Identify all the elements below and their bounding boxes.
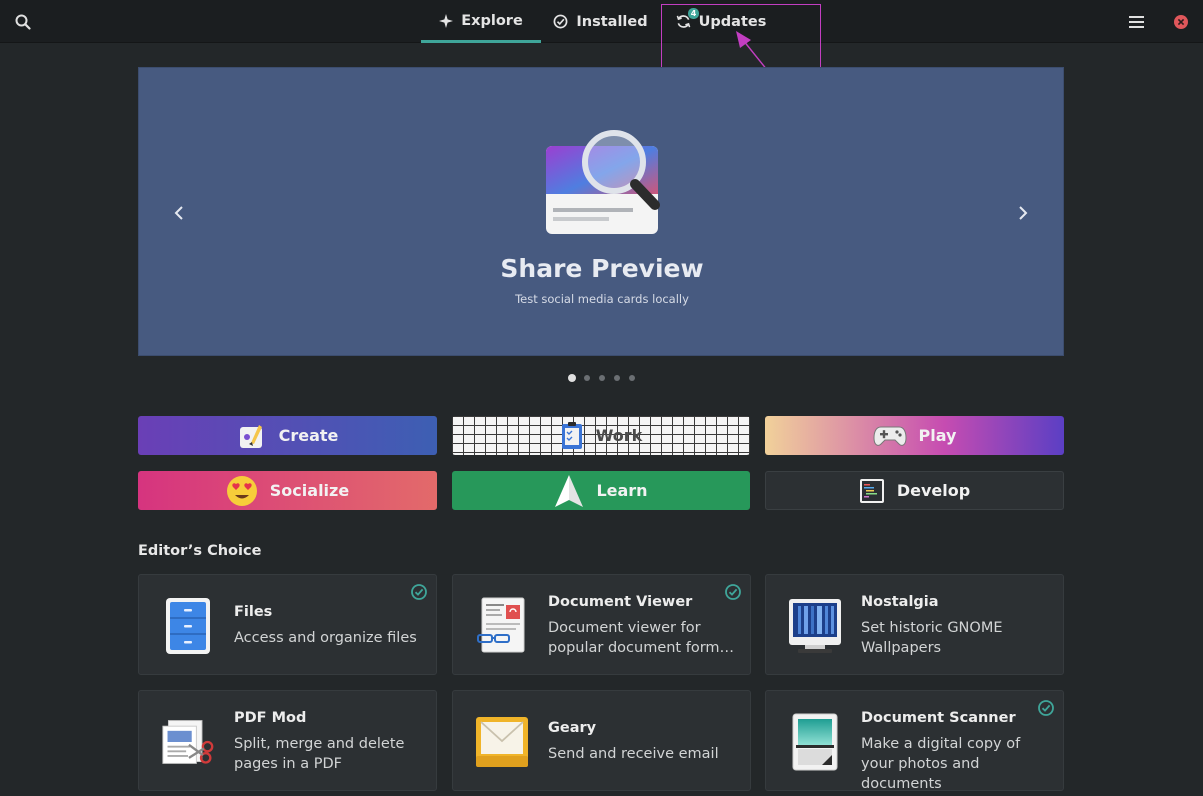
editors-choice-heading: Editor’s Choice (138, 543, 262, 559)
document-scanner-icon (788, 713, 842, 771)
carousel-dot[interactable] (614, 375, 620, 381)
carousel-next-button[interactable] (1003, 68, 1043, 357)
share-preview-app-icon (546, 130, 660, 234)
category-learn-button[interactable]: Learn (452, 471, 750, 510)
chevron-right-icon (1019, 205, 1028, 220)
close-icon (1174, 14, 1188, 29)
carousel-indicator (568, 374, 636, 382)
app-name: Geary (548, 720, 597, 736)
app-name: Document Scanner (861, 710, 1016, 726)
main-menu-button[interactable] (1121, 0, 1151, 43)
document-viewer-icon (475, 597, 529, 655)
app-description: Document viewer for popular document for… (548, 620, 735, 656)
carousel-previous-button[interactable] (159, 68, 199, 357)
category-learn-label: Learn (596, 481, 648, 500)
geary-icon (475, 713, 529, 771)
app-description: Access and organize files (234, 630, 417, 646)
app-description: Make a digital copy of your photos and d… (861, 736, 1021, 792)
heart-eyes-emoji-icon (226, 475, 258, 507)
app-description: Send and receive email (548, 746, 719, 762)
annotation-highlight-box (661, 4, 821, 69)
app-name: Document Viewer (548, 594, 693, 610)
app-tile-pdf-mod[interactable]: PDF Mod Split, merge and delete pages in… (138, 690, 437, 791)
carousel-dot[interactable] (584, 375, 590, 381)
search-icon (15, 14, 31, 30)
carousel-dot[interactable] (629, 375, 635, 381)
tab-explore-label: Explore (461, 13, 523, 29)
pdf-mod-icon (161, 713, 215, 771)
app-tile-geary[interactable]: Geary Send and receive email (452, 690, 751, 791)
explore-icon (439, 14, 454, 28)
app-tile-nostalgia[interactable]: Nostalgia Set historic GNOME Wallpapers (765, 574, 1064, 675)
app-description: Split, merge and delete pages in a PDF (234, 736, 405, 772)
category-socialize-label: Socialize (269, 481, 350, 500)
featured-app-subtitle: Test social media cards locally (515, 292, 689, 306)
chevron-left-icon (174, 205, 183, 220)
app-description: Set historic GNOME Wallpapers (861, 620, 1003, 656)
category-play-button[interactable]: Play (765, 416, 1064, 455)
nostalgia-icon (788, 597, 842, 655)
featured-carousel[interactable]: Share Preview Test social media cards lo… (138, 67, 1064, 356)
category-create-button[interactable]: Create (138, 416, 437, 455)
files-icon (161, 597, 215, 655)
tab-explore[interactable]: Explore (421, 0, 541, 43)
tab-installed-label: Installed (576, 13, 648, 30)
palette-icon (237, 421, 267, 451)
hamburger-menu-icon (1128, 15, 1144, 28)
installed-check-icon (725, 584, 741, 600)
featured-app-title: Share Preview (500, 254, 704, 283)
search-button[interactable] (8, 0, 38, 43)
close-window-button[interactable] (1167, 0, 1195, 43)
category-play-label: Play (918, 426, 957, 445)
paper-plane-icon (554, 474, 584, 508)
category-develop-button[interactable]: Develop (765, 471, 1064, 510)
header-bar: Explore Installed 4 Updates (0, 0, 1203, 43)
category-develop-label: Develop (896, 481, 971, 500)
app-tile-document-scanner[interactable]: Document Scanner Make a digital copy of … (765, 690, 1064, 792)
category-socialize-button[interactable]: Socialize (138, 471, 437, 510)
tab-installed[interactable]: Installed (541, 0, 660, 43)
category-work-label: Work (595, 426, 643, 445)
app-name: Nostalgia (861, 594, 939, 610)
code-terminal-icon (859, 478, 885, 504)
gamepad-icon (873, 424, 907, 448)
carousel-dot[interactable] (599, 375, 605, 381)
app-name: Files (234, 604, 273, 620)
category-work-button[interactable]: Work (452, 416, 750, 455)
clipboard-icon (560, 421, 584, 451)
check-circle-icon (553, 14, 568, 29)
app-tile-files[interactable]: Files Access and organize files (138, 574, 437, 675)
carousel-dot[interactable] (568, 374, 576, 382)
app-tile-document-viewer[interactable]: Document Viewer Document viewer for popu… (452, 574, 751, 675)
installed-check-icon (1038, 700, 1054, 716)
installed-check-icon (411, 584, 427, 600)
app-name: PDF Mod (234, 710, 307, 726)
category-create-label: Create (278, 426, 339, 445)
